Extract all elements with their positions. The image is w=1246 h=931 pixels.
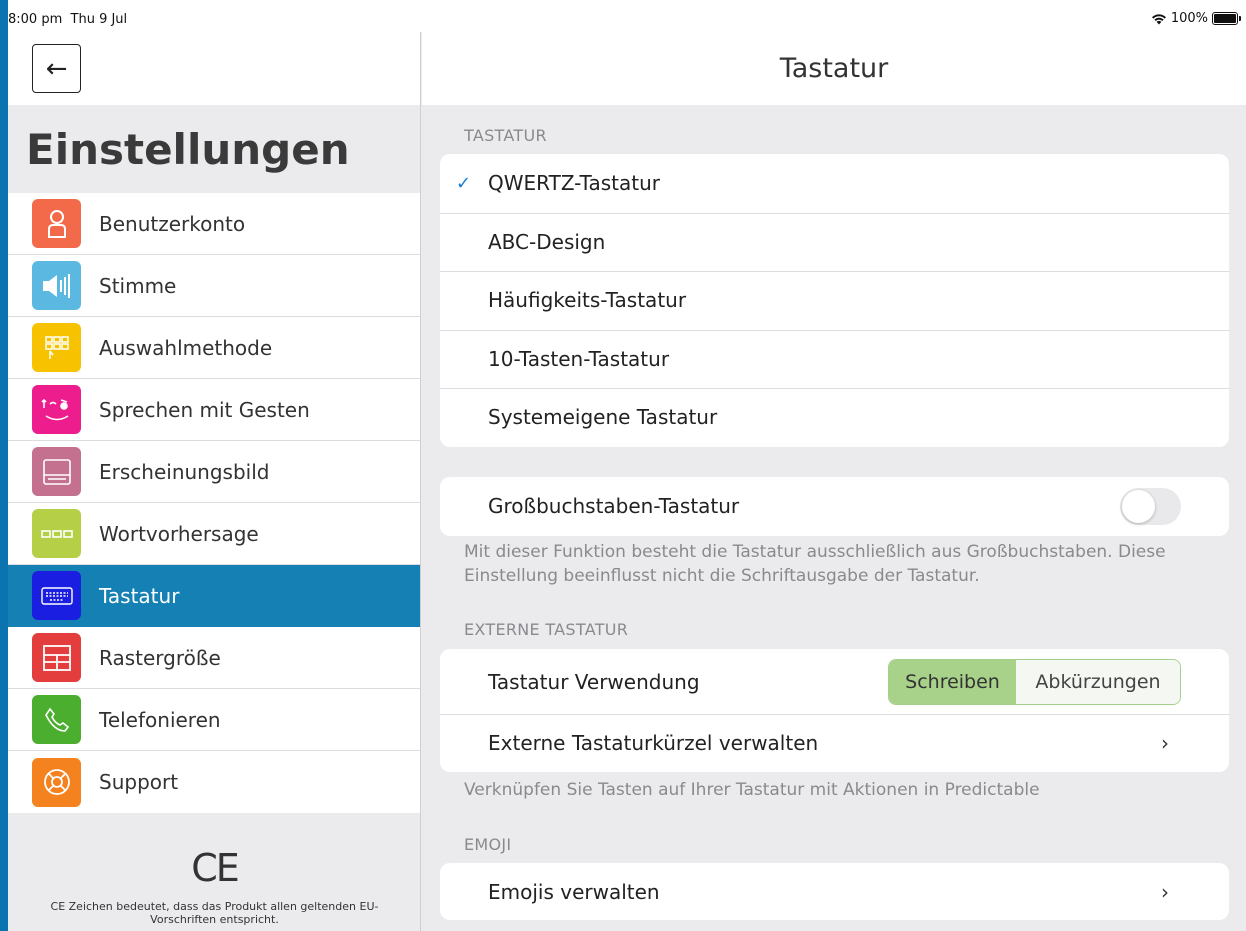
option-label: 10-Tasten-Tastatur <box>488 346 670 371</box>
option-label: Systemeigene Tastatur <box>488 405 718 430</box>
chevron-right-icon: › <box>1161 879 1169 904</box>
caps-label: Großbuchstaben-Tastatur <box>488 494 740 519</box>
battery-icon <box>1212 12 1241 25</box>
emoji-group: Emojis verwalten › <box>440 863 1229 920</box>
keyboard-option-qwertz[interactable]: ✓ QWERTZ-Tastatur <box>440 154 1229 213</box>
clock-date: Thu 9 Jul <box>70 12 128 27</box>
segment-abkuerzungen[interactable]: Abkürzungen <box>1016 659 1180 704</box>
keyboard-usage-row: Tastatur Verwendung Schreiben Abkürzunge… <box>440 649 1229 714</box>
settings-menu: Benutzerkonto Stimme Auswahlmethode Spre… <box>8 193 420 813</box>
sidebar-item-benutzerkonto[interactable]: Benutzerkonto <box>8 193 420 255</box>
ce-notice-text: CE Zeichen bedeutet, dass das Produkt al… <box>50 900 379 926</box>
section-label-keyboard: TASTATUR <box>464 126 547 145</box>
sidebar-item-label: Stimme <box>99 273 177 298</box>
sidebar-item-telefonieren[interactable]: Telefonieren <box>8 689 420 751</box>
status-bar: 8:00 pm Thu 9 Jul 100% <box>8 0 1246 32</box>
screen: 8:00 pm Thu 9 Jul 100% ← Einstellungen B… <box>8 0 1246 931</box>
clock-time: 8:00 pm <box>8 12 63 27</box>
sidebar-item-label: Wortvorhersage <box>99 521 259 546</box>
sidebar-item-wortvorhersage[interactable]: Wortvorhersage <box>8 503 420 565</box>
sidebar: ← Einstellungen Benutzerkonto Stimme Aus… <box>8 32 421 931</box>
option-label: QWERTZ-Tastatur <box>488 171 660 196</box>
sidebar-item-label: Rastergröße <box>99 645 221 670</box>
sidebar-item-label: Telefonieren <box>99 707 221 732</box>
option-label: ABC-Design <box>488 229 606 254</box>
face-gesture-icon <box>32 385 81 434</box>
external-footnote: Verknüpfen Sie Tasten auf Ihrer Tastatur… <box>464 780 1040 800</box>
caps-toggle[interactable] <box>1120 487 1181 525</box>
caps-footnote: Mit dieser Funktion besteht die Tastatur… <box>464 542 1166 586</box>
sidebar-item-label: Sprechen mit Gesten <box>99 397 310 422</box>
sidebar-item-tastatur[interactable]: Tastatur <box>8 565 420 627</box>
wifi-icon <box>1151 13 1166 24</box>
external-keyboard-group: Tastatur Verwendung Schreiben Abkürzunge… <box>440 649 1229 772</box>
emoji-manage-row[interactable]: Emojis verwalten › <box>440 863 1229 920</box>
sidebar-item-sprechen-mit-gesten[interactable]: Sprechen mit Gesten <box>8 379 420 441</box>
ce-notice: CE CE Zeichen bedeutet, dass das Produkt… <box>8 844 421 926</box>
sidebar-title: Einstellungen <box>26 125 350 174</box>
keyboard-option-10-keys[interactable]: 10-Tasten-Tastatur <box>440 329 1229 389</box>
external-shortcuts-row[interactable]: Externe Tastaturkürzel verwalten › <box>440 714 1229 772</box>
sidebar-item-label: Support <box>99 770 179 794</box>
appearance-icon <box>32 447 81 496</box>
keyboard-icon <box>32 571 81 620</box>
keyboard-options-group: ✓ QWERTZ-Tastatur ABC-Design Häufigkeits… <box>440 154 1229 447</box>
page-title: Tastatur <box>422 32 1246 105</box>
sidebar-item-rastergroesse[interactable]: Rastergröße <box>8 627 420 689</box>
ce-mark-icon: CE <box>191 846 240 890</box>
arrow-left-icon: ← <box>45 53 68 84</box>
toggle-knob <box>1122 489 1155 523</box>
phone-icon <box>32 695 81 744</box>
sidebar-item-label: Erscheinungsbild <box>99 459 270 484</box>
word-prediction-icon <box>32 509 81 558</box>
grid-select-icon <box>32 323 81 372</box>
option-label: Häufigkeits-Tastatur <box>488 288 687 313</box>
sidebar-item-support[interactable]: Support <box>8 751 420 813</box>
caps-row: Großbuchstaben-Tastatur <box>440 477 1229 536</box>
status-time: 8:00 pm Thu 9 Jul <box>8 12 127 27</box>
battery-percent: 100% <box>1170 11 1208 26</box>
caps-group: Großbuchstaben-Tastatur <box>440 477 1229 536</box>
status-right: 100% <box>1151 11 1241 26</box>
person-icon <box>32 199 81 248</box>
back-button[interactable]: ← <box>32 44 81 93</box>
usage-segmented-control: Schreiben Abkürzungen <box>888 658 1181 705</box>
speaker-icon <box>32 261 81 310</box>
checkmark-icon: ✓ <box>456 172 472 194</box>
emoji-manage-label: Emojis verwalten <box>488 879 660 904</box>
sidebar-item-label: Tastatur <box>99 583 180 608</box>
sidebar-item-erscheinungsbild[interactable]: Erscheinungsbild <box>8 441 420 503</box>
main-panel: Tastatur TASTATUR ✓ QWERTZ-Tastatur ABC-… <box>422 32 1246 931</box>
grid-size-icon <box>32 633 81 682</box>
sidebar-toolbar: ← <box>8 32 420 105</box>
sidebar-item-label: Auswahlmethode <box>99 335 273 360</box>
segment-schreiben[interactable]: Schreiben <box>889 659 1016 704</box>
keyboard-option-system[interactable]: Systemeigene Tastatur <box>440 388 1229 447</box>
sidebar-item-stimme[interactable]: Stimme <box>8 255 420 317</box>
keyboard-option-abc[interactable]: ABC-Design <box>440 212 1229 272</box>
sidebar-item-auswahlmethode[interactable]: Auswahlmethode <box>8 317 420 379</box>
section-label-external: EXTERNE TASTATUR <box>464 620 629 639</box>
chevron-right-icon: › <box>1161 731 1169 755</box>
sidebar-item-label: Benutzerkonto <box>99 211 246 236</box>
lifebuoy-icon <box>32 757 81 807</box>
keyboard-option-frequency[interactable]: Häufigkeits-Tastatur <box>440 271 1229 330</box>
external-shortcuts-label: Externe Tastaturkürzel verwalten <box>488 731 819 755</box>
section-label-emoji: EMOJI <box>464 835 512 854</box>
keyboard-usage-label: Tastatur Verwendung <box>488 669 700 694</box>
